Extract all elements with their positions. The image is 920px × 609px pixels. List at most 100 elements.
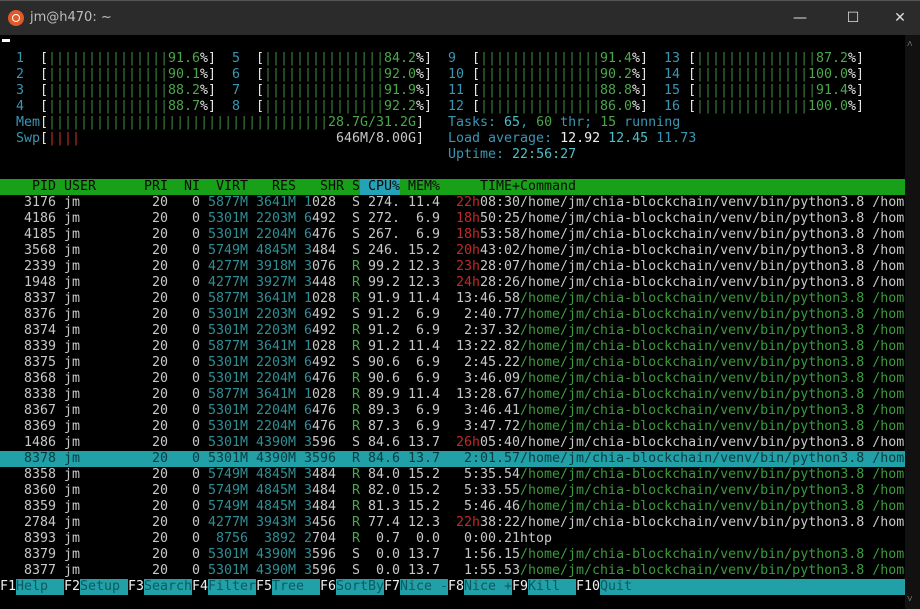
footer-button-nice[interactable]: Nice + <box>464 579 513 595</box>
process-row[interactable]: 2339 jm 20 0 4277M 3918M 3 076 R 99.2 12.3 23h 28… <box>0 259 905 275</box>
percent-sign: % <box>416 67 425 82</box>
res: 4845M <box>256 243 297 258</box>
footer-button-help[interactable]: Help <box>16 579 65 595</box>
process-row[interactable]: 8337 jm 20 0 5877M 3641M 1 028 R 91.9 11.4 13:46… <box>0 291 905 307</box>
footer-button-nice[interactable]: Nice - <box>400 579 449 595</box>
column-command[interactable]: Command <box>520 179 576 195</box>
virt: 5301M <box>208 371 249 386</box>
command: /home/jm/chia-blockchain/venv/bin/python… <box>520 403 905 418</box>
column-shr[interactable]: SHR <box>296 179 344 195</box>
footer-button-tree[interactable]: Tree <box>272 579 321 595</box>
column-pri[interactable]: PRI <box>136 179 168 195</box>
process-row[interactable]: 8376 jm 20 0 5301M 2203M 6 492 S 91.2 6.9 2:40.… <box>0 307 905 323</box>
column-header[interactable]: PID USER PRI NI VIRT RES SHR S CPU% MEM% T… <box>0 179 905 195</box>
process-row[interactable]: 8374 jm 20 0 5301M 2203M 6 492 R 91.2 6.9 2:37.… <box>0 323 905 339</box>
process-row[interactable]: 8339 jm 20 0 5877M 3641M 1 028 R 91.2 11.4 13:22… <box>0 339 905 355</box>
column-cpu[interactable]: CPU% <box>360 179 401 195</box>
nice: 0 <box>176 531 201 546</box>
process-row[interactable]: 8377 jm 20 0 5301M 4390M 3 596 S 0.0 13.7 1:55.… <box>0 563 905 579</box>
mem-percent: 11.4 <box>408 339 441 354</box>
column-s[interactable]: S <box>352 179 360 195</box>
process-row[interactable]: 3176 jm 20 0 5877M 3641M 1 028 S 274. 11.4 22h 08… <box>0 195 905 211</box>
process-row[interactable]: 4185 jm 20 0 5301M 2204M 6 476 S 267. 6.9 18h 53… <box>0 227 905 243</box>
user: jm <box>64 467 81 482</box>
footer-button-search[interactable]: Search <box>144 579 193 595</box>
column-time[interactable]: TIME+ <box>440 179 520 195</box>
close-button[interactable]: ✕ <box>885 7 915 29</box>
column-res[interactable]: RES <box>248 179 296 195</box>
cpu-label: 5 <box>232 51 241 66</box>
state: R <box>352 259 361 274</box>
process-row[interactable]: 3568 jm 20 0 5749M 4845M 3 484 S 246. 15.2 20h 43… <box>0 243 905 259</box>
mem-percent: 11.4 <box>408 291 441 306</box>
shr-thousands: 1 <box>296 339 313 354</box>
command: /home/jm/chia-blockchain/venv/bin/python… <box>520 355 905 370</box>
state: S <box>352 227 361 242</box>
time-hours: 24h <box>456 275 481 290</box>
meter-bracket: ] <box>856 83 865 98</box>
process-row[interactable]: 8369 jm 20 0 5301M 2204M 6 476 R 87.3 6.9 3:47.… <box>0 419 905 435</box>
res: 3641M <box>256 339 297 354</box>
process-row[interactable]: 8379 jm 20 0 5301M 4390M 3 596 S 0.0 13.7 1:56.… <box>0 547 905 563</box>
process-row[interactable]: 1948 jm 20 0 4277M 3927M 3 448 R 99.2 12.3 24h 28… <box>0 275 905 291</box>
scroll-down-icon[interactable]: ˅ <box>907 594 913 605</box>
process-row[interactable]: 8393 jm 20 0 8756 3892 2 704 R 0.7 0.0 0:00.… <box>0 531 905 547</box>
title-bar: jm@h470: ~ — ☐ ✕ <box>0 0 920 35</box>
shr-thousands: 3 <box>296 547 313 562</box>
process-row[interactable]: 8360 jm 20 0 5749M 4845M 3 484 R 82.0 15.2 5:33.… <box>0 483 905 499</box>
shr-thousands: 3 <box>296 483 313 498</box>
cpu-percent: 90.2 <box>600 67 633 82</box>
user: jm <box>64 419 81 434</box>
scroll-up-icon[interactable]: ˄ <box>907 39 913 50</box>
user: jm <box>64 435 81 450</box>
process-row[interactable]: 2784 jm 20 0 4277M 3943M 3 456 R 77.4 12.3 22h 38… <box>0 515 905 531</box>
load-label: Load average: <box>448 131 561 146</box>
process-row[interactable]: 8375 jm 20 0 5301M 2203M 6 492 S 90.6 6.9 2:45.… <box>0 355 905 371</box>
minimize-button[interactable]: — <box>785 7 815 29</box>
priority: 20 <box>144 371 169 386</box>
shr-thousands: 3 <box>296 451 313 466</box>
column-virt[interactable]: VIRT <box>200 179 248 195</box>
shr-thousands: 6 <box>296 371 313 386</box>
process-row[interactable]: 8338 jm 20 0 5877M 3641M 1 028 R 89.9 11.4 13:28… <box>0 387 905 403</box>
command: /home/jm/chia-blockchain/venv/bin/python… <box>520 259 905 274</box>
process-row-selected[interactable]: 8378 jm 20 0 5301M 4390M 3 596 R 84.6 13.7 2:01.… <box>0 451 905 467</box>
res: 4845M <box>256 499 297 514</box>
footer-button-kill[interactable]: Kill <box>528 579 577 595</box>
time: 13:22.82 <box>456 339 521 354</box>
process-row[interactable]: 1486 jm 20 0 5301M 4390M 3 596 S 84.6 13.7 26h 05… <box>0 435 905 451</box>
shr: 028 <box>312 291 337 306</box>
footer-button-sortby[interactable]: SortBy <box>336 579 385 595</box>
virt: 5301M <box>208 211 249 226</box>
column-pid[interactable]: PID <box>0 179 56 195</box>
user: jm <box>64 195 81 210</box>
cpu-label: 1 <box>16 51 25 66</box>
footer-button-quit[interactable]: Quit <box>600 579 649 595</box>
column-mem[interactable]: MEM% <box>400 179 440 195</box>
user: jm <box>64 307 81 322</box>
process-row[interactable]: 8359 jm 20 0 5749M 4845M 3 484 R 81.3 15.2 5:46.… <box>0 499 905 515</box>
state: S <box>352 243 361 258</box>
maximize-button[interactable]: ☐ <box>838 7 868 29</box>
threads-count: 60 <box>536 115 553 130</box>
terminal[interactable]: 1[||||||||||||||| 91.6%] 2[|||||||||||||||… <box>0 35 905 609</box>
mem-percent: 6.9 <box>408 371 441 386</box>
scrollbar[interactable]: ˄ ˅ <box>905 35 920 609</box>
process-row[interactable]: 8368 jm 20 0 5301M 2204M 6 476 R 90.6 6.9 3:46.… <box>0 371 905 387</box>
footer-button-filter[interactable]: Filter <box>208 579 257 595</box>
column-user[interactable]: USER <box>64 179 136 195</box>
meter-bracket: ] <box>208 83 217 98</box>
swp-value: 646M/8.00G <box>336 131 417 146</box>
pid: 4185 <box>0 227 57 242</box>
time: 13:28.67 <box>456 387 521 402</box>
column-ni[interactable]: NI <box>168 179 200 195</box>
function-key-bar: F1 Help F2 Setup F3 Search F4 Filter F5 Tree F6… <box>0 579 905 595</box>
virt: 5749M <box>208 499 249 514</box>
process-row[interactable]: 8367 jm 20 0 5301M 2204M 6 476 R 89.3 6.9 3:46.… <box>0 403 905 419</box>
footer-button-setup[interactable]: Setup <box>80 579 129 595</box>
res: 2204M <box>256 227 297 242</box>
state: S <box>352 563 361 578</box>
cpu-percent: 86.0 <box>600 99 633 114</box>
process-row[interactable]: 8358 jm 20 0 5749M 4845M 3 484 R 84.0 15.2 5:35.… <box>0 467 905 483</box>
process-row[interactable]: 4186 jm 20 0 5301M 2203M 6 492 S 272. 6.9 18h 50… <box>0 211 905 227</box>
